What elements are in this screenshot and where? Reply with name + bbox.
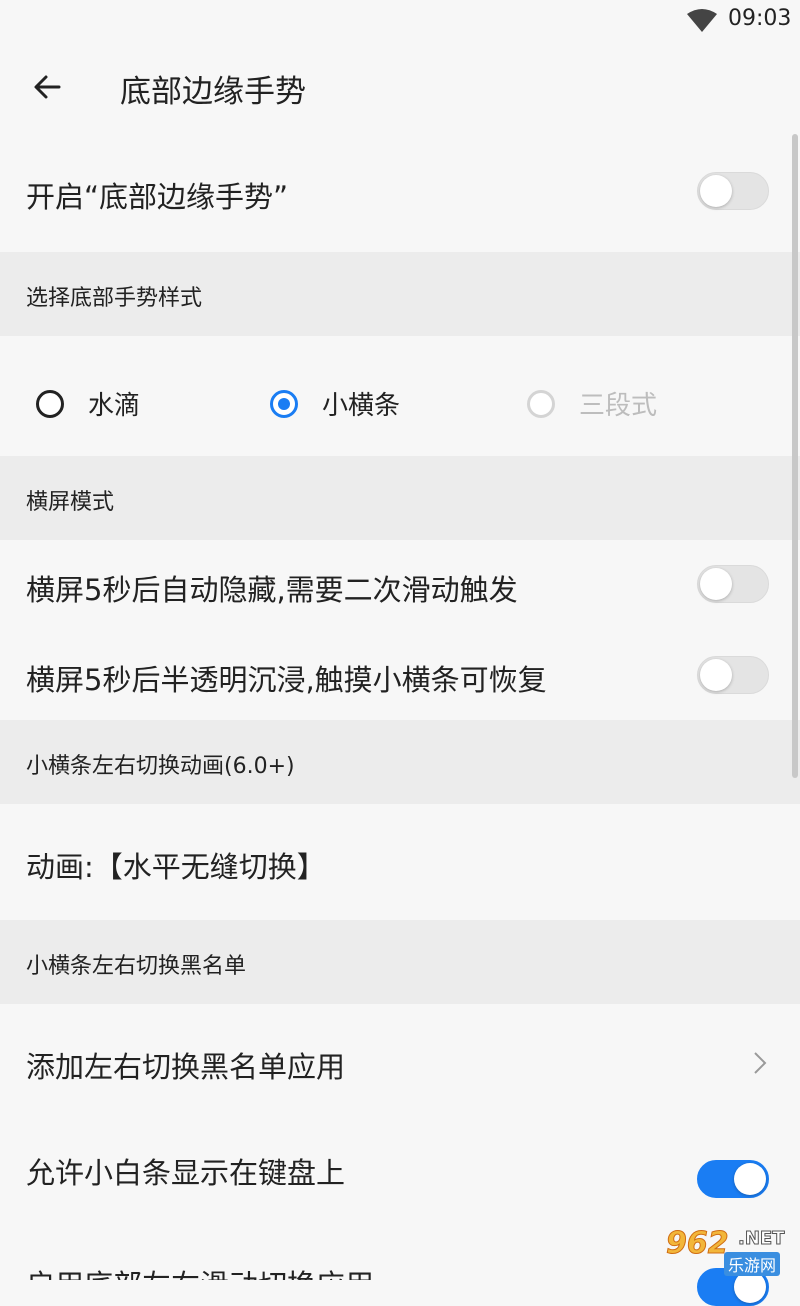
watermark-site-name: 乐游网 (724, 1252, 781, 1276)
section-header-label: 小横条左右切换动画(6.0+) (26, 754, 295, 779)
radio-circle (36, 389, 64, 418)
enable-gesture-label: 开启“底部边缘手势” (26, 180, 289, 214)
landscape-translucent-row[interactable]: 横屏5秒后半透明沉浸,触摸小横条可恢复 (0, 630, 800, 720)
radio-label: 小横条 (322, 391, 401, 421)
keyboard-show-row[interactable]: 允许小白条显示在键盘上 (0, 1120, 800, 1230)
animation-select-row[interactable]: 动画:【水平无缝切换】 (0, 804, 800, 920)
landscape-translucent-label: 横屏5秒后半透明沉浸,触摸小横条可恢复 (26, 663, 547, 697)
section-header-label: 小横条左右切换黑名单 (26, 954, 247, 979)
back-button[interactable] (22, 62, 72, 112)
scrollbar[interactable] (792, 134, 798, 778)
section-header-blacklist: 小横条左右切换黑名单 (0, 920, 800, 1004)
wifi-icon (687, 9, 717, 32)
back-arrow-icon (34, 75, 61, 99)
watermark-number: 962 (666, 1226, 730, 1262)
radio-water-drop[interactable]: 水滴 (36, 385, 140, 422)
toggle-knob (700, 568, 732, 600)
radio-label: 水滴 (88, 391, 141, 421)
keyboard-show-toggle[interactable] (697, 1160, 769, 1198)
partial-row-label: 启用底部左右滑动切换应用 (26, 1262, 374, 1280)
radio-small-bar[interactable]: 小横条 (270, 385, 400, 422)
keyboard-show-label: 允许小白条显示在键盘上 (26, 1156, 346, 1190)
status-bar: 09:03 (0, 0, 800, 42)
status-time: 09:03 (728, 6, 792, 31)
landscape-auto-hide-toggle[interactable] (697, 565, 769, 603)
radio-label: 三段式 (579, 391, 658, 421)
toggle-knob (700, 175, 732, 207)
enable-gesture-toggle[interactable] (697, 172, 769, 210)
app-bar: 底部边缘手势 (0, 42, 800, 134)
section-header-landscape: 横屏模式 (0, 456, 800, 540)
enable-gesture-row[interactable]: 开启“底部边缘手势” (0, 134, 800, 252)
radio-circle (270, 389, 298, 418)
chevron-right-icon[interactable] (752, 1050, 768, 1076)
add-blacklist-app-label: 添加左右切换黑名单应用 (26, 1050, 346, 1084)
radio-circle (527, 389, 555, 418)
landscape-auto-hide-label: 横屏5秒后自动隐藏,需要二次滑动触发 (26, 573, 518, 607)
landscape-auto-hide-row[interactable]: 横屏5秒后自动隐藏,需要二次滑动触发 (0, 540, 800, 630)
page-title: 底部边缘手势 (120, 74, 306, 110)
site-watermark-logo: 962 乐游网 .NET (658, 1226, 800, 1280)
toggle-knob (734, 1163, 766, 1195)
watermark-suffix: .NET (737, 1228, 785, 1250)
gesture-style-radio-group: 水滴 小横条 三段式 (0, 336, 800, 456)
section-header-animation: 小横条左右切换动画(6.0+) (0, 720, 800, 804)
landscape-translucent-toggle[interactable] (697, 656, 769, 694)
toggle-knob (700, 659, 732, 691)
section-header-label: 选择底部手势样式 (26, 286, 203, 311)
radio-three-segment[interactable]: 三段式 (527, 385, 657, 422)
animation-value-label: 动画:【水平无缝切换】 (26, 850, 326, 884)
section-header-style: 选择底部手势样式 (0, 252, 800, 336)
add-blacklist-app-row[interactable]: 添加左右切换黑名单应用 (0, 1004, 800, 1120)
section-header-label: 横屏模式 (26, 490, 115, 515)
